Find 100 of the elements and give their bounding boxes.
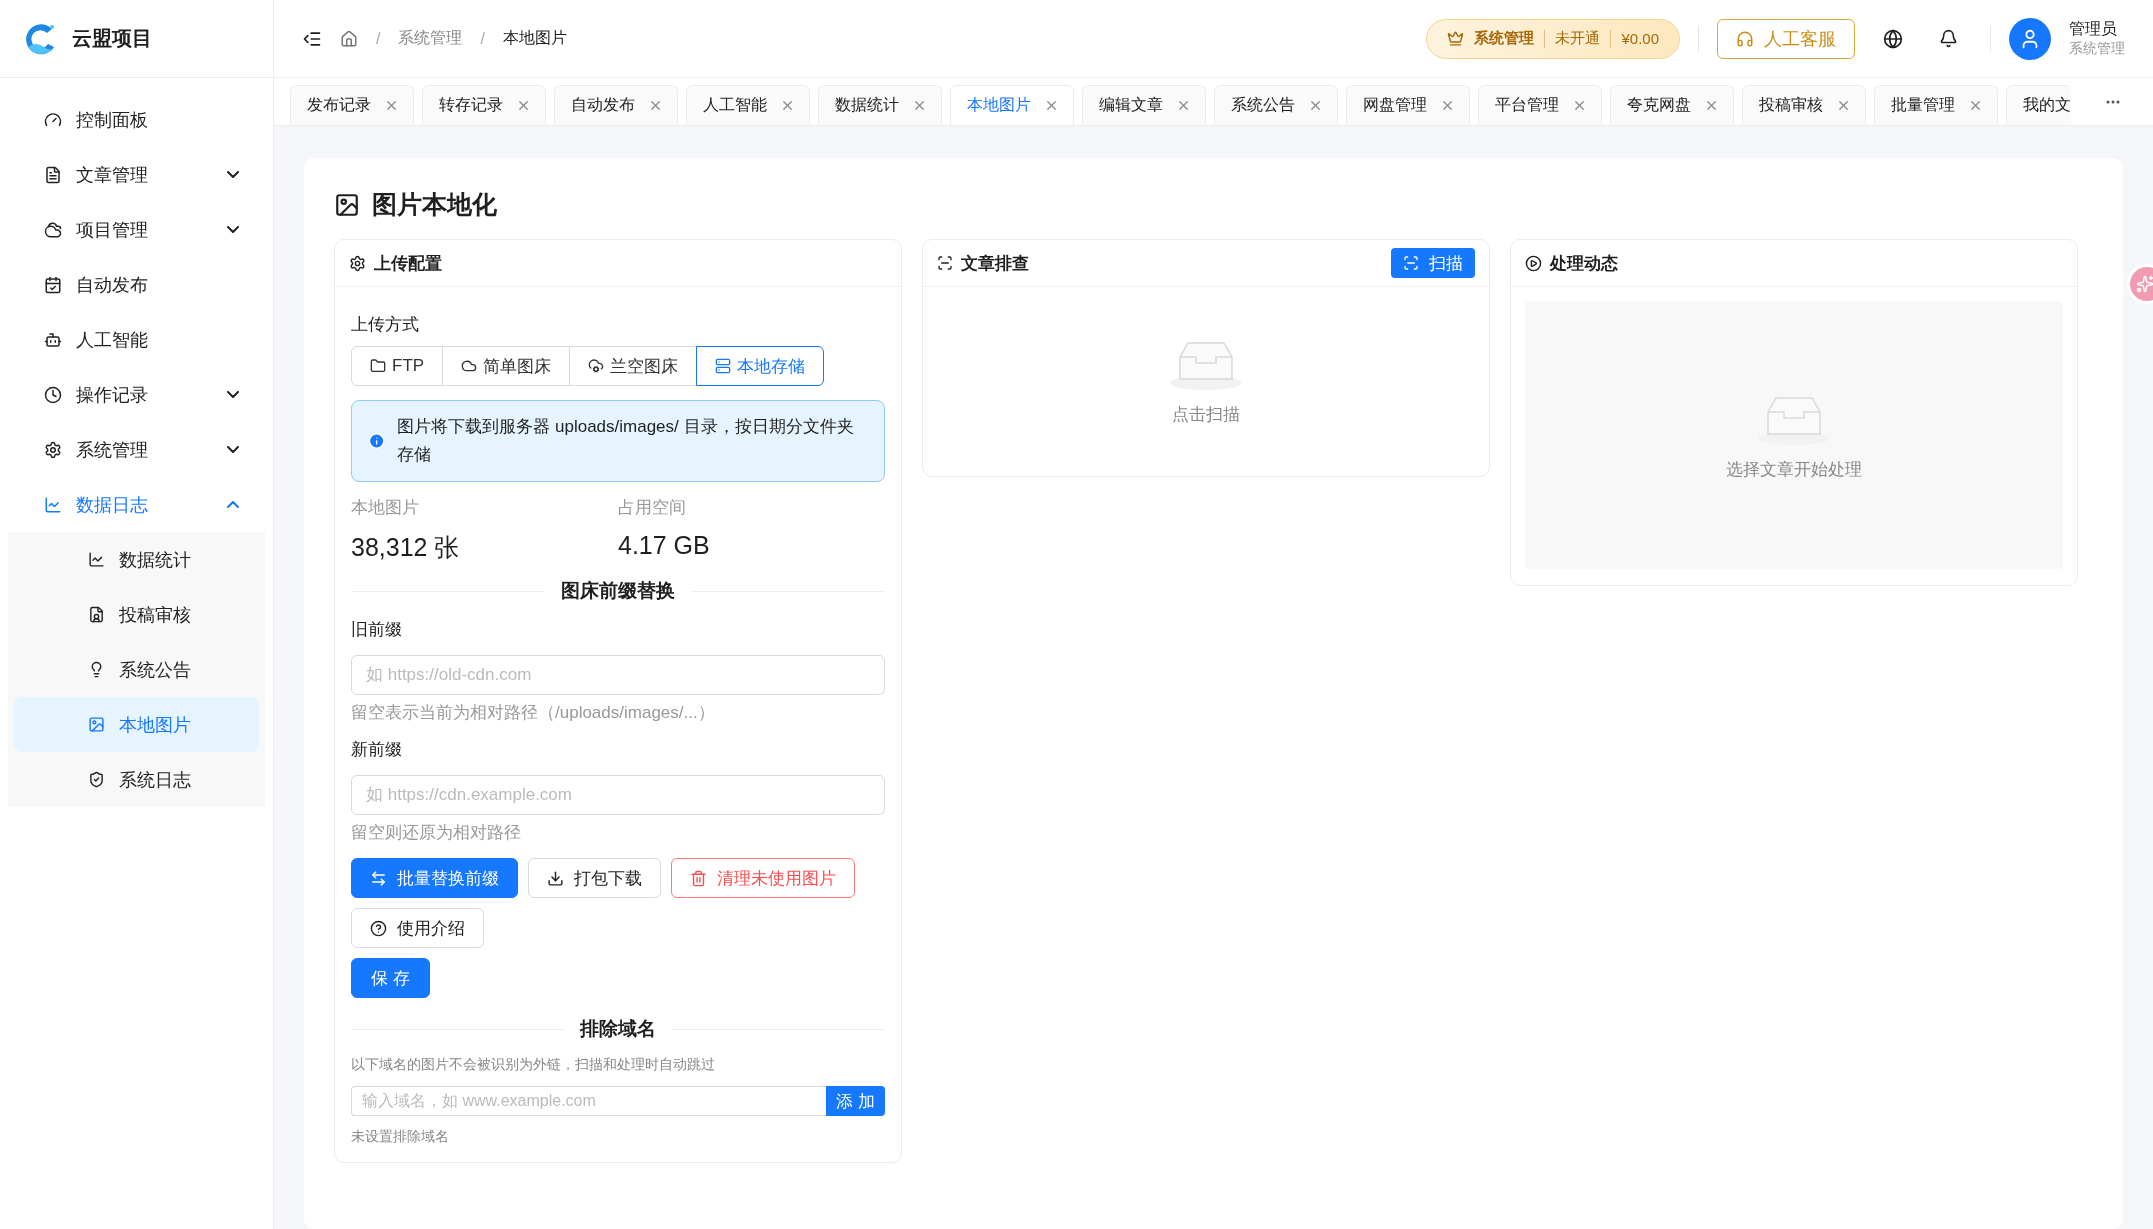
sidebar-subitem[interactable]: 系统日志: [14, 752, 259, 807]
page-tab[interactable]: 网盘管理: [1346, 85, 1470, 125]
page-tab[interactable]: 人工智能: [686, 85, 810, 125]
cloud-icon: [44, 220, 62, 239]
action-button[interactable]: 使用介绍: [351, 908, 484, 948]
section-description: 以下域名的图片不会被识别为外链，扫描和处理时自动跳过: [351, 1056, 716, 1074]
save-button[interactable]: 保 存: [351, 958, 430, 998]
plan-name: 系统管理: [1474, 29, 1535, 48]
plan-status: 未开通: [1555, 29, 1601, 48]
user-name: 管理员: [2069, 19, 2118, 39]
user-role: 系统管理: [2069, 40, 2125, 58]
stat-value: 38,312 张: [351, 532, 461, 563]
section-title: 图床前缀替换: [561, 579, 675, 603]
sidebar-item[interactable]: 数据日志: [0, 477, 273, 532]
close-icon[interactable]: [912, 98, 927, 113]
brand-name: 云盟项目: [72, 26, 152, 51]
scan-icon: [937, 255, 953, 271]
sidebar-item[interactable]: 项目管理: [0, 202, 273, 257]
field-hint: 留空则还原为相对路径: [351, 822, 522, 844]
sidebar-item[interactable]: 文章管理: [0, 147, 273, 202]
page-tab[interactable]: 自动发布: [554, 85, 678, 125]
action-button[interactable]: 打包下载: [528, 858, 661, 898]
empty-list-text: 未设置排除域名: [351, 1128, 450, 1146]
upload-method-option[interactable]: 兰空图床: [569, 346, 698, 386]
scan-button[interactable]: 扫描: [1391, 248, 1475, 278]
chevron-icon: [227, 391, 239, 398]
settings-icon: [44, 440, 62, 459]
upload-method-option[interactable]: FTP: [351, 346, 444, 386]
chevron-icon: [227, 226, 239, 233]
domain-input-field[interactable]: 输入域名，如 www.example.com: [351, 1086, 827, 1116]
page-tab[interactable]: 批量管理: [1874, 85, 1998, 125]
globe-icon[interactable]: [1883, 28, 1903, 49]
page-tab[interactable]: 转存记录: [422, 85, 546, 125]
cloud-icon: [461, 358, 478, 374]
close-icon[interactable]: [1704, 98, 1719, 113]
balance-text: ¥0.00: [1621, 30, 1659, 47]
action-button[interactable]: 批量替换前缀: [351, 858, 518, 898]
close-icon[interactable]: [648, 98, 663, 113]
panel-title: 上传配置: [374, 252, 443, 275]
empty-text: 点击扫描: [1172, 404, 1240, 426]
trash-icon: [690, 869, 707, 887]
panel-title: 处理动态: [1550, 252, 1619, 275]
sidebar-subitem[interactable]: 数据统计: [14, 532, 259, 587]
close-icon[interactable]: [516, 98, 531, 113]
page-tab[interactable]: 夸克网盘: [1610, 85, 1734, 125]
alert-text: 图片将下载到服务器 uploads/images/ 目录，按日期分文件夹存储: [397, 416, 855, 466]
sidebar-item[interactable]: 人工智能: [0, 312, 273, 367]
server-icon: [715, 358, 732, 374]
page-tab[interactable]: 我的文: [2006, 85, 2071, 125]
field-hint: 留空表示当前为相对路径（/uploads/images/...）: [351, 702, 716, 724]
sidebar-item[interactable]: 系统管理: [0, 422, 273, 477]
field-label: 上传方式: [351, 314, 420, 336]
input-field[interactable]: 如 https://cdn.example.com: [351, 775, 885, 815]
bell-icon[interactable]: [1939, 29, 1958, 48]
sidebar-subitem[interactable]: 系统公告: [14, 642, 259, 697]
close-icon[interactable]: [1836, 98, 1851, 113]
chevron-icon: [227, 171, 239, 178]
swap-icon: [370, 869, 387, 887]
page-tab[interactable]: 数据统计: [818, 85, 942, 125]
chevron-icon: [227, 501, 239, 508]
page-tab[interactable]: 本地图片: [950, 85, 1074, 125]
document-user-icon: [88, 606, 105, 623]
upload-method-option[interactable]: 本地存储: [696, 346, 825, 386]
page-tab[interactable]: 投稿审核: [1742, 85, 1866, 125]
line-chart-icon: [88, 551, 105, 568]
help-icon: [370, 919, 387, 937]
page-tab[interactable]: 系统公告: [1214, 85, 1338, 125]
field-label: 旧前缀: [351, 619, 403, 641]
sidebar-item[interactable]: 操作记录: [0, 367, 273, 422]
sidebar-item[interactable]: 控制面板: [0, 92, 273, 147]
section-title: 排除域名: [580, 1017, 656, 1041]
close-icon[interactable]: [780, 98, 795, 113]
close-icon[interactable]: [384, 98, 399, 113]
empty-text: 选择文章开始处理: [1726, 458, 1862, 481]
close-icon[interactable]: [1308, 98, 1323, 113]
sidebar-subitem[interactable]: 本地图片: [14, 697, 259, 752]
close-icon[interactable]: [1044, 98, 1059, 113]
gauge-icon: [44, 110, 62, 129]
upload-method-option[interactable]: 简单图床: [442, 346, 571, 386]
breadcrumb-item: 本地图片: [502, 28, 567, 48]
sidebar-item[interactable]: 自动发布: [0, 257, 273, 312]
home-icon[interactable]: [340, 29, 358, 48]
crown-icon: [1447, 30, 1465, 47]
close-icon[interactable]: [1968, 98, 1983, 113]
folder-icon: [370, 358, 386, 374]
input-field[interactable]: 如 https://old-cdn.com: [351, 655, 885, 695]
add-button[interactable]: 添 加: [826, 1086, 885, 1116]
sidebar-subitem[interactable]: 投稿审核: [14, 587, 259, 642]
close-icon[interactable]: [1440, 98, 1455, 113]
breadcrumb-item[interactable]: 系统管理: [398, 28, 463, 49]
page-tab[interactable]: 编辑文章: [1082, 85, 1206, 125]
field-label: 新前缀: [351, 739, 403, 761]
close-icon[interactable]: [1572, 98, 1587, 113]
page-tab[interactable]: 平台管理: [1478, 85, 1602, 125]
line-chart-icon: [44, 495, 62, 514]
download-icon: [547, 869, 564, 887]
close-icon[interactable]: [1176, 98, 1191, 113]
calendar-icon: [44, 275, 62, 294]
scan-icon: [1403, 255, 1419, 271]
page-tab[interactable]: 发布记录: [290, 85, 414, 125]
